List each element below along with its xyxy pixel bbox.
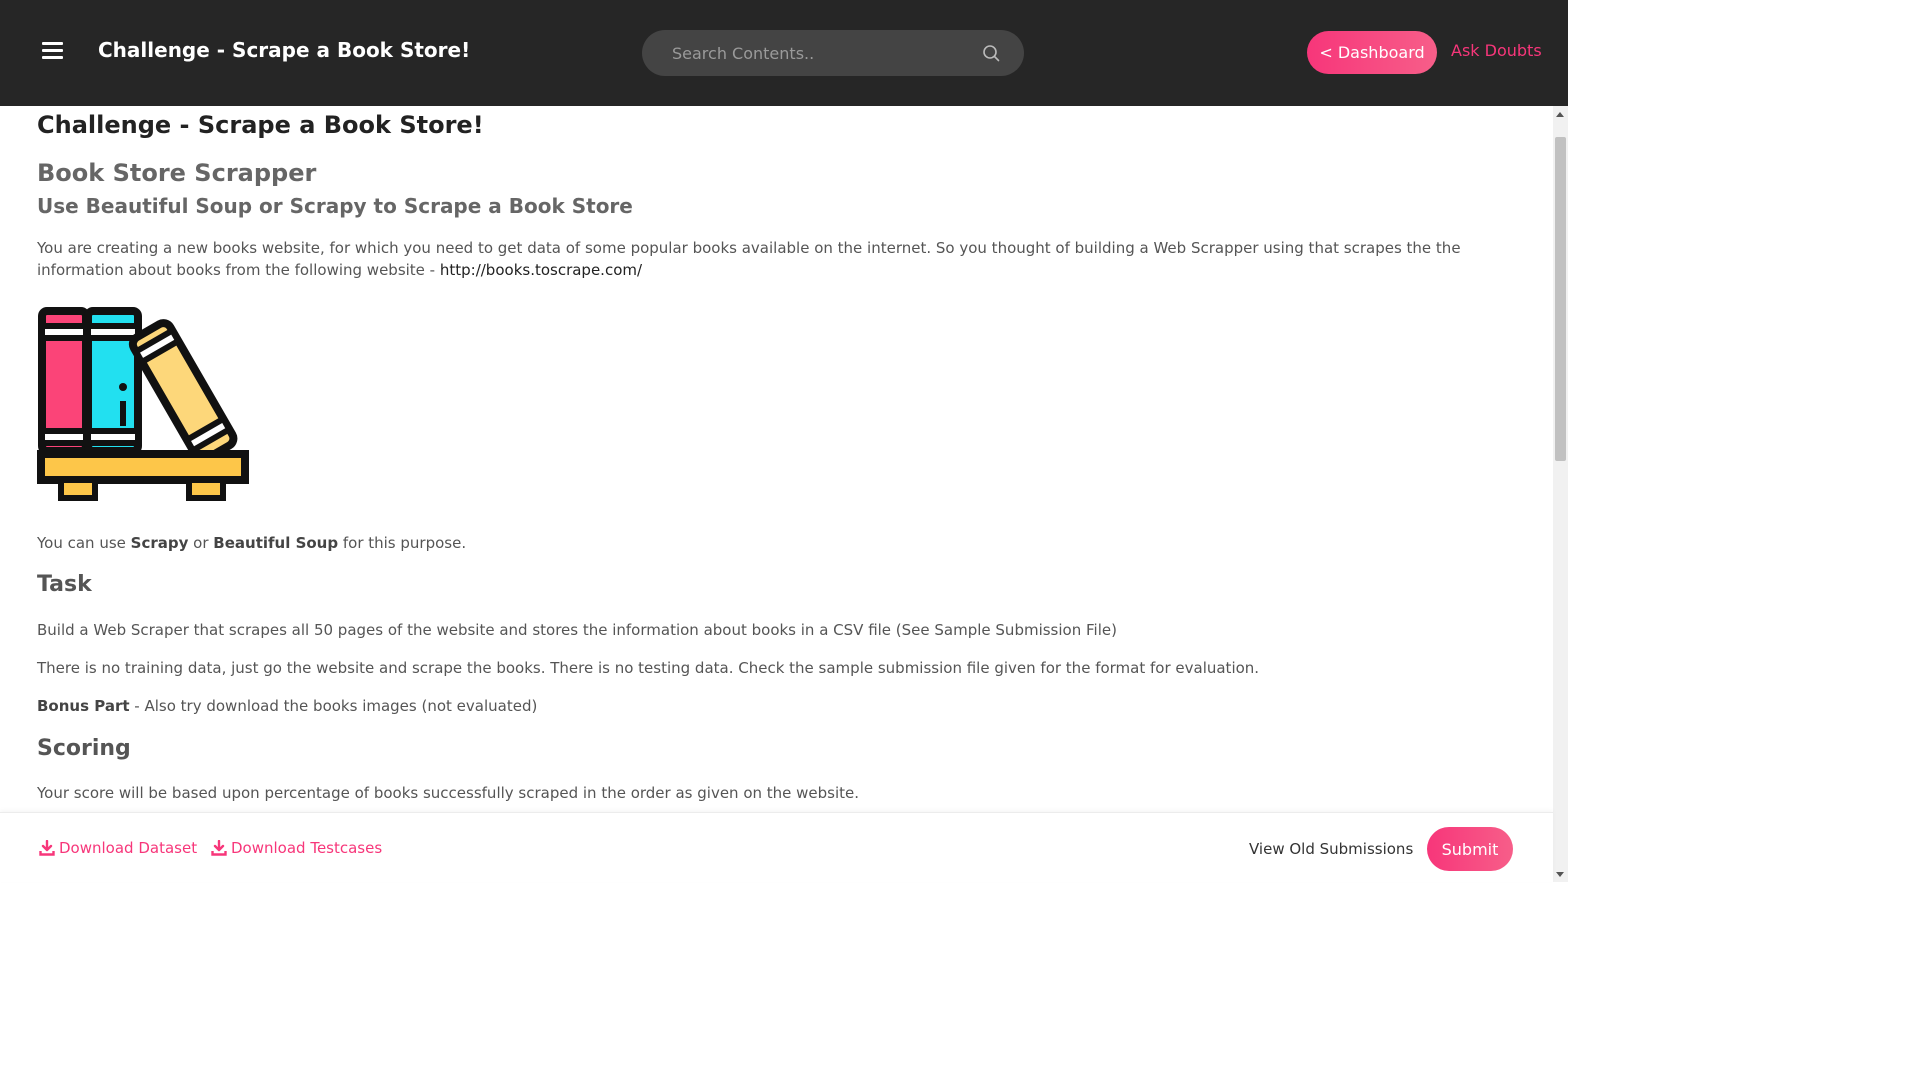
intro-paragraph: You are creating a new books website, fo…: [37, 237, 1507, 281]
scroll-down-arrow-icon[interactable]: [1556, 872, 1564, 877]
bonus-text: - Also try download the books images (no…: [129, 697, 538, 715]
view-old-submissions-link[interactable]: View Old Submissions: [1249, 840, 1413, 858]
submit-button[interactable]: Submit: [1427, 827, 1513, 871]
tools-beautiful-soup: Beautiful Soup: [213, 534, 339, 552]
bonus-label: Bonus Part: [37, 697, 130, 715]
task-paragraph-1: Build a Web Scraper that scrapes all 50 …: [37, 621, 1117, 639]
task-paragraph-2: There is no training data, just go the w…: [37, 659, 1260, 677]
download-testcases-label: Download Testcases: [231, 839, 383, 857]
menu-icon[interactable]: [42, 42, 63, 60]
download-icon: [211, 840, 227, 856]
download-icon: [39, 840, 55, 856]
intro-text: You are creating a new books website, fo…: [37, 239, 1461, 279]
tools-scrapy: Scrapy: [130, 534, 189, 552]
tools-or: or: [188, 534, 214, 552]
top-navbar: Challenge - Scrape a Book Store! < Dashb…: [0, 0, 1568, 106]
download-testcases-link[interactable]: Download Testcases: [211, 839, 382, 857]
search-icon[interactable]: [982, 44, 1000, 62]
page-title: Challenge - Scrape a Book Store!: [37, 111, 484, 139]
download-dataset-link[interactable]: Download Dataset: [39, 839, 197, 857]
books-toscrape-link[interactable]: http://books.toscrape.com/: [440, 261, 642, 279]
tools-suffix: for this purpose.: [338, 534, 467, 552]
nav-title: Challenge - Scrape a Book Store!: [98, 38, 471, 62]
scoring-paragraph: Your score will be based upon percentage…: [37, 784, 860, 802]
bottom-action-bar: Download Dataset Download Testcases View…: [0, 812, 1553, 882]
bonus-paragraph: Bonus Part - Also try download the books…: [37, 695, 1507, 717]
download-dataset-label: Download Dataset: [59, 839, 198, 857]
scoring-heading: Scoring: [37, 736, 131, 761]
bookshelf-illustration: [37, 307, 249, 501]
task-heading: Task: [37, 572, 92, 597]
ask-doubts-link[interactable]: Ask Doubts: [1451, 41, 1542, 60]
dashboard-button[interactable]: < Dashboard: [1307, 31, 1437, 74]
scrollbar-thumb[interactable]: [1555, 137, 1566, 461]
search-box[interactable]: [642, 30, 1024, 76]
scroll-up-arrow-icon[interactable]: [1556, 112, 1564, 117]
tools-paragraph: You can use Scrapy or Beautiful Soup for…: [37, 532, 1507, 554]
search-input[interactable]: [672, 41, 962, 65]
section-heading: Book Store Scrapper: [37, 159, 317, 187]
section-subheading: Use Beautiful Soup or Scrapy to Scrape a…: [37, 194, 633, 218]
tools-prefix: You can use: [37, 534, 131, 552]
